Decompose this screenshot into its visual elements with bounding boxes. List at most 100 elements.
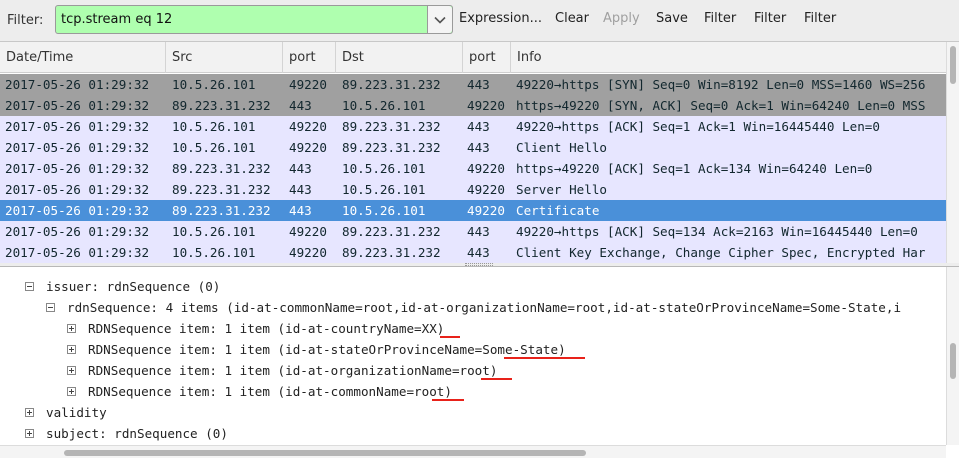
tree-item-issuer[interactable]: issuer: rdnSequence (0) <box>46 276 220 297</box>
packet-dst: 10.5.26.101 <box>342 182 426 197</box>
packet-row[interactable]: 2017-05-26 01:29:32 10.5.26.101 49220 89… <box>0 74 946 95</box>
packet-row[interactable]: 2017-05-26 01:29:32 89.223.31.232 443 10… <box>0 158 946 179</box>
filter-button-3[interactable]: Filter <box>804 11 836 26</box>
expand-icon[interactable] <box>67 387 76 396</box>
column-header-src[interactable]: Src <box>166 42 283 73</box>
packet-info: Server Hello <box>516 182 607 197</box>
display-filter-box <box>55 5 453 34</box>
tree-item-state-name[interactable]: RDNSequence item: 1 item (id-at-stateOrP… <box>88 339 566 360</box>
packet-dst: 10.5.26.101 <box>342 98 426 113</box>
packet-src: 89.223.31.232 <box>172 98 271 113</box>
apply-button[interactable]: Apply <box>603 11 640 26</box>
packet-dst-port: 443 <box>467 245 490 260</box>
packet-row[interactable]: 2017-05-26 01:29:32 10.5.26.101 49220 89… <box>0 116 946 137</box>
packet-dst: 89.223.31.232 <box>342 224 441 239</box>
packet-time: 2017-05-26 01:29:32 <box>5 161 150 176</box>
packet-dst-port: 49220 <box>467 182 505 197</box>
expand-icon[interactable] <box>67 366 76 375</box>
packet-src-port: 443 <box>289 161 312 176</box>
packet-dst: 89.223.31.232 <box>342 245 441 260</box>
packet-time: 2017-05-26 01:29:32 <box>5 203 150 218</box>
packet-dst-port: 49220 <box>467 161 505 176</box>
packet-src-port: 49220 <box>289 245 327 260</box>
packet-row[interactable]: 2017-05-26 01:29:32 10.5.26.101 49220 89… <box>0 242 946 263</box>
packet-time: 2017-05-26 01:29:32 <box>5 245 150 260</box>
packet-row[interactable]: 2017-05-26 01:29:32 89.223.31.232 443 10… <box>0 179 946 200</box>
packet-row[interactable]: 2017-05-26 01:29:32 10.5.26.101 49220 89… <box>0 221 946 242</box>
highlight-underline-country <box>440 336 460 338</box>
filter-history-dropdown[interactable] <box>427 6 452 33</box>
expand-icon[interactable] <box>67 324 76 333</box>
expand-icon[interactable] <box>67 345 76 354</box>
packet-src-port: 443 <box>289 203 312 218</box>
packet-info: https→49220 [SYN, ACK] Seq=0 Ack=1 Win=6… <box>516 98 926 113</box>
packet-dst-port: 443 <box>467 77 490 92</box>
packet-details-tree: issuer: rdnSequence (0) rdnSequence: 4 i… <box>0 266 959 458</box>
filter-button-2[interactable]: Filter <box>754 11 786 26</box>
highlight-underline-state <box>504 357 585 359</box>
packet-src: 89.223.31.232 <box>172 161 271 176</box>
expand-icon[interactable] <box>25 408 34 417</box>
packet-time: 2017-05-26 01:29:32 <box>5 119 150 134</box>
packet-dst-port: 443 <box>467 224 490 239</box>
column-header-info[interactable]: Info <box>511 42 946 73</box>
details-vertical-scrollbar[interactable] <box>946 267 959 445</box>
collapse-icon[interactable] <box>25 282 34 291</box>
packet-dst-port: 443 <box>467 140 490 155</box>
packet-src: 10.5.26.101 <box>172 77 256 92</box>
save-button[interactable]: Save <box>656 11 688 26</box>
highlight-underline-common-name <box>432 399 464 401</box>
packet-list: Date/Time Src port Dst port Info 2017-05… <box>0 41 959 263</box>
column-header-dst-port[interactable]: port <box>463 42 511 73</box>
packet-src-port: 49220 <box>289 77 327 92</box>
packet-time: 2017-05-26 01:29:32 <box>5 140 150 155</box>
clear-button[interactable]: Clear <box>555 11 589 26</box>
tree-item-validity[interactable]: validity <box>46 402 107 423</box>
packet-row[interactable]: 2017-05-26 01:29:32 89.223.31.232 443 10… <box>0 95 946 116</box>
packet-info: 49220→https [ACK] Seq=1 Ack=1 Win=164454… <box>516 119 880 134</box>
tree-item-common-name[interactable]: RDNSequence item: 1 item (id-at-commonNa… <box>88 381 452 402</box>
tree-item-rdnsequence[interactable]: rdnSequence: 4 items (id-at-commonName=r… <box>67 297 901 318</box>
details-vertical-scroll-thumb[interactable] <box>950 343 956 379</box>
column-header-dst[interactable]: Dst <box>336 42 463 73</box>
packet-dst-port: 49220 <box>467 203 505 218</box>
packet-time: 2017-05-26 01:29:32 <box>5 182 150 197</box>
packet-list-scroll-thumb[interactable] <box>950 46 956 84</box>
packet-row[interactable]: 2017-05-26 01:29:32 10.5.26.101 49220 89… <box>0 137 946 158</box>
packet-src-port: 49220 <box>289 119 327 134</box>
packet-src: 89.223.31.232 <box>172 203 271 218</box>
packet-list-scrollbar[interactable] <box>946 42 959 263</box>
display-filter-input[interactable] <box>56 6 427 33</box>
packet-src: 10.5.26.101 <box>172 224 256 239</box>
packet-src-port: 49220 <box>289 140 327 155</box>
packet-time: 2017-05-26 01:29:32 <box>5 224 150 239</box>
packet-dst: 89.223.31.232 <box>342 140 441 155</box>
packet-dst: 10.5.26.101 <box>342 161 426 176</box>
packet-info: https→49220 [ACK] Seq=1 Ack=134 Win=6424… <box>516 161 873 176</box>
packet-info: 49220→https [SYN] Seq=0 Win=8192 Len=0 M… <box>516 77 926 92</box>
packet-time: 2017-05-26 01:29:32 <box>5 98 150 113</box>
details-horizontal-scroll-thumb[interactable] <box>64 450 586 456</box>
packet-dst-port: 443 <box>467 119 490 134</box>
expand-icon[interactable] <box>25 429 34 438</box>
packet-dst: 89.223.31.232 <box>342 77 441 92</box>
packet-src-port: 443 <box>289 182 312 197</box>
collapse-icon[interactable] <box>46 303 55 312</box>
packet-dst: 10.5.26.101 <box>342 203 426 218</box>
details-horizontal-scrollbar[interactable] <box>0 445 946 458</box>
packet-src-port: 443 <box>289 98 312 113</box>
filter-label: Filter: <box>7 12 44 28</box>
column-header-src-port[interactable]: port <box>283 42 336 73</box>
packet-list-header: Date/Time Src port Dst port Info <box>0 42 946 73</box>
tree-item-country-name[interactable]: RDNSequence item: 1 item (id-at-countryN… <box>88 318 444 339</box>
tree-item-subject[interactable]: subject: rdnSequence (0) <box>46 423 228 444</box>
tree-item-organization-name[interactable]: RDNSequence item: 1 item (id-at-organiza… <box>88 360 497 381</box>
packet-info: Certificate <box>516 203 600 218</box>
expression-button[interactable]: Expression... <box>459 11 542 26</box>
packet-src: 89.223.31.232 <box>172 182 271 197</box>
filter-button-1[interactable]: Filter <box>704 11 736 26</box>
chevron-down-icon <box>434 16 446 24</box>
packet-src-port: 49220 <box>289 224 327 239</box>
packet-row-selected[interactable]: 2017-05-26 01:29:32 89.223.31.232 443 10… <box>0 200 946 221</box>
column-header-datetime[interactable]: Date/Time <box>0 42 166 73</box>
